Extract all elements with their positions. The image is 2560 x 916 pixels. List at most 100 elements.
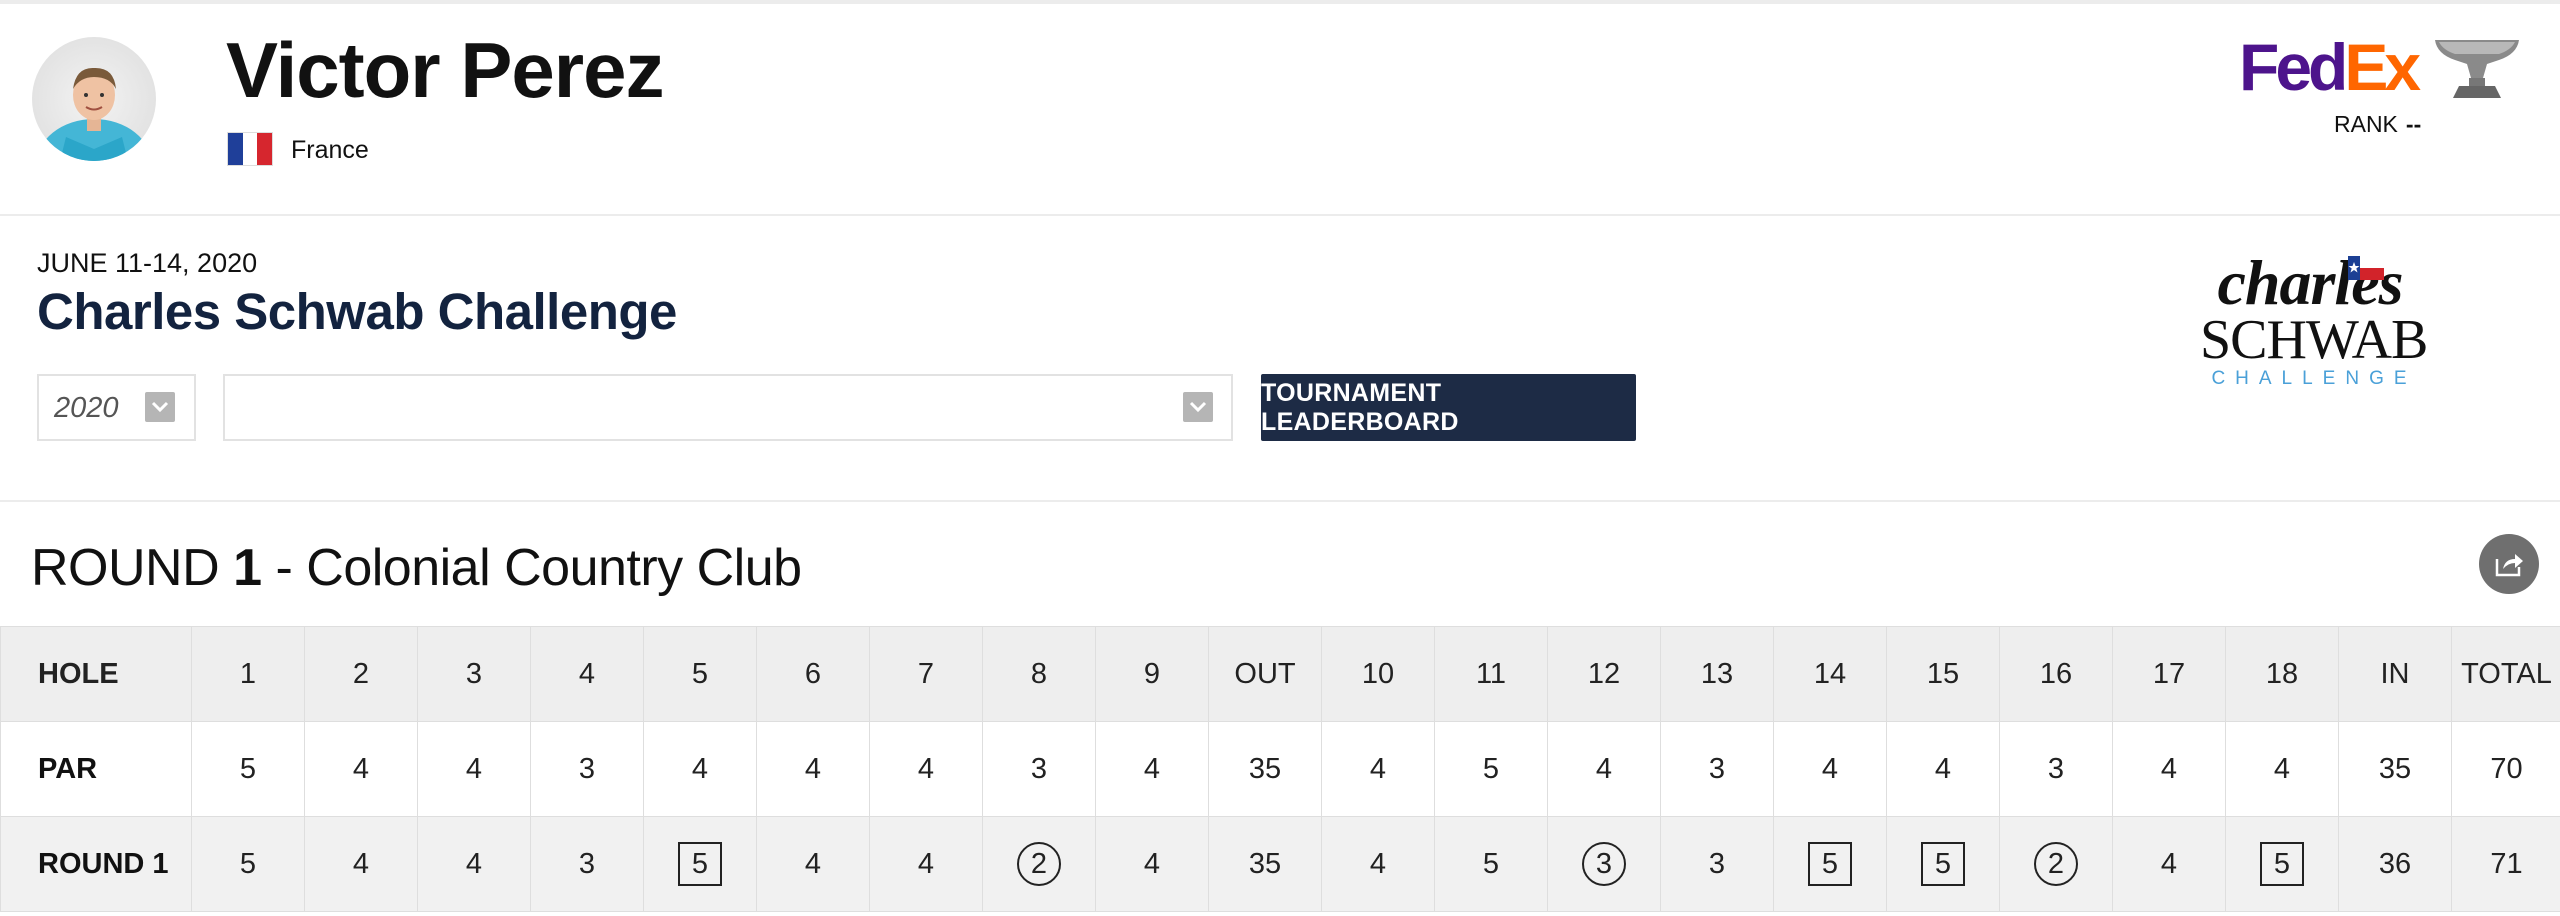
score-cell-8: 8 [982,626,1096,722]
birdie-marker: 3 [1582,842,1626,886]
player-header: Victor Perez France FedEx RANK -- [0,4,2560,216]
row-label: HOLE [0,626,192,722]
rank-label: RANK [2334,111,2398,137]
score-cell-13: 3 [1660,816,1774,912]
score-cell-6: 6 [756,626,870,722]
score-cell-1: 5 [191,816,305,912]
share-icon [2495,554,2523,577]
score-cell-12: 12 [1547,626,1661,722]
player-photo-icon [36,67,152,161]
tournament-name: Charles Schwab Challenge [37,283,677,340]
score-cell-9: 4 [1095,816,1209,912]
bogey-marker: 5 [678,842,722,886]
player-avatar [32,37,156,161]
score-cell-15: 5 [1886,816,2000,912]
score-cell-3: 4 [417,721,531,817]
score-cell-12: 4 [1547,721,1661,817]
score-cell-8: 2 [982,816,1096,912]
score-cell-6: 4 [756,816,870,912]
score-cell-12: 3 [1547,816,1661,912]
score-cell-7: 4 [869,721,983,817]
score-cell-18: 5 [2225,816,2339,912]
tournament-dates: JUNE 11-14, 2020 [37,248,258,278]
score-cell-3: 4 [417,816,531,912]
score-cell-17: 4 [2112,721,2226,817]
score-cell-11: 5 [1434,816,1548,912]
score-cell-2: 4 [304,816,418,912]
par-row: PAR 5 4 4 3 4 4 4 3 4 35 4 5 4 3 4 4 3 4 4 35 70 [0,721,2560,817]
score-cell-16: 3 [1999,721,2113,817]
tournament-leaderboard-button[interactable]: TOURNAMENT LEADERBOARD [1261,374,1636,441]
score-cell-16: 2 [1999,816,2113,912]
round1-row: ROUND 1 5 4 4 3 5 4 4 2 4 35 4 5 3 3 5 5 2 4 5 36 71 [0,816,2560,912]
score-cell-3: 3 [417,626,531,722]
logo-line-charles: charles [2217,247,2404,318]
score-cell-out: OUT [1208,626,1322,722]
score-cell-in: 35 [2338,721,2452,817]
fedex-cup-logo[interactable]: FedEx [2239,32,2539,102]
chevron-down-icon [1183,392,1213,422]
score-cell-1: 5 [191,721,305,817]
score-cell-out: 35 [1208,816,1322,912]
score-cell-13: 13 [1660,626,1774,722]
france-flag-icon [227,132,273,166]
score-cell-4: 4 [530,626,644,722]
share-button[interactable] [2479,534,2539,594]
bogey-marker: 5 [1921,842,1965,886]
score-cell-6: 4 [756,721,870,817]
score-cell-total: TOTAL [2451,626,2560,722]
chevron-down-icon [145,392,175,422]
score-cell-11: 11 [1434,626,1548,722]
birdie-marker: 2 [1017,842,1061,886]
score-cell-9: 9 [1095,626,1209,722]
round-header: ROUND 1 - Colonial Country Club [0,502,2560,626]
score-cell-total: 71 [2451,816,2560,912]
fedex-wordmark: FedEx [2239,30,2421,104]
round-dropdown[interactable] [223,374,1233,441]
score-cell-4: 3 [530,816,644,912]
score-cell-in: 36 [2338,816,2452,912]
year-dropdown[interactable]: 2020 [37,374,196,441]
row-label: ROUND 1 [0,816,192,912]
score-cell-2: 2 [304,626,418,722]
hole-row: HOLE 1 2 3 4 5 6 7 8 9 OUT 10 11 12 13 14 15 16 17 18 IN TOTA… [0,626,2560,722]
score-cell-5: 5 [643,626,757,722]
year-dropdown-value: 2020 [54,392,119,424]
score-cell-13: 3 [1660,721,1774,817]
charles-schwab-challenge-logo: charles SCHWAB CHALLENGE [2200,247,2428,408]
round-title: ROUND 1 - Colonial Country Club [31,539,802,597]
score-cell-2: 4 [304,721,418,817]
tournament-section: JUNE 11-14, 2020 Charles Schwab Challeng… [0,218,2560,502]
player-country: France [291,136,369,164]
player-name: Victor Perez [226,26,664,114]
score-cell-14: 4 [1773,721,1887,817]
score-cell-17: 4 [2112,816,2226,912]
texas-flag-icon [2348,256,2384,280]
score-cell-11: 5 [1434,721,1548,817]
score-cell-15: 4 [1886,721,2000,817]
rank-value: -- [2405,111,2422,137]
score-cell-14: 14 [1773,626,1887,722]
score-cell-total: 70 [2451,721,2560,817]
score-cell-15: 15 [1886,626,2000,722]
scorecard-table: HOLE 1 2 3 4 5 6 7 8 9 OUT 10 11 12 13 14 15 16 17 18 IN TOTA… [0,626,2560,912]
score-cell-10: 4 [1321,816,1435,912]
score-cell-14: 5 [1773,816,1887,912]
logo-line-schwab: SCHWAB [2200,309,2428,371]
score-cell-18: 18 [2225,626,2339,722]
score-cell-7: 7 [869,626,983,722]
score-cell-out: 35 [1208,721,1322,817]
row-label: PAR [0,721,192,817]
fedex-rank: RANK -- [2334,111,2421,138]
score-cell-5: 5 [643,816,757,912]
score-cell-in: IN [2338,626,2452,722]
score-cell-9: 4 [1095,721,1209,817]
score-cell-17: 17 [2112,626,2226,722]
birdie-marker: 2 [2034,842,2078,886]
score-cell-18: 4 [2225,721,2339,817]
score-cell-16: 16 [1999,626,2113,722]
logo-line-challenge: CHALLENGE [2211,368,2417,389]
score-cell-8: 3 [982,721,1096,817]
bogey-marker: 5 [1808,842,1852,886]
fedex-cup-trophy-icon [2435,40,2519,98]
